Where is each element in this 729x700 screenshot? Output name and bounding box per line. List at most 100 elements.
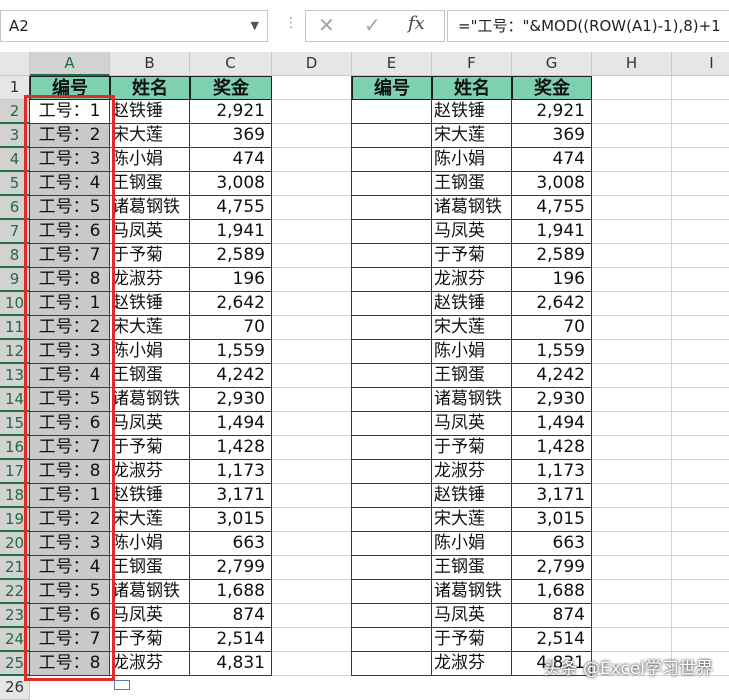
name-cell[interactable]: 陈小娟 — [432, 340, 512, 364]
autofill-options-icon[interactable] — [114, 680, 130, 690]
id-cell[interactable]: 工号：6 — [30, 220, 110, 244]
id-cell-empty[interactable] — [352, 652, 432, 676]
bonus-cell[interactable]: 3,171 — [512, 484, 592, 508]
row-header[interactable]: 23 — [0, 604, 30, 628]
empty-cell[interactable] — [272, 412, 352, 436]
empty-cell[interactable] — [592, 556, 672, 580]
row-header[interactable]: 25 — [0, 652, 30, 676]
bonus-cell[interactable]: 2,642 — [190, 292, 272, 316]
bonus-cell[interactable]: 1,941 — [512, 220, 592, 244]
empty-cell[interactable] — [272, 532, 352, 556]
name-cell[interactable]: 马凤英 — [110, 220, 190, 244]
name-cell[interactable]: 马凤英 — [432, 604, 512, 628]
id-cell-empty[interactable] — [352, 580, 432, 604]
header-cell-a[interactable]: 编号 — [30, 76, 110, 100]
empty-cell[interactable] — [672, 628, 729, 652]
bonus-cell[interactable]: 4,242 — [190, 364, 272, 388]
empty-cell[interactable] — [592, 196, 672, 220]
bonus-cell[interactable]: 663 — [190, 532, 272, 556]
id-cell-empty[interactable] — [352, 532, 432, 556]
bonus-cell[interactable]: 2,930 — [512, 388, 592, 412]
empty-cell[interactable] — [672, 412, 729, 436]
id-cell[interactable]: 工号：3 — [30, 148, 110, 172]
column-header-b[interactable]: B — [110, 52, 190, 76]
name-cell[interactable]: 于予菊 — [432, 244, 512, 268]
name-cell[interactable]: 宋大莲 — [110, 124, 190, 148]
empty-cell[interactable] — [272, 556, 352, 580]
cancel-icon[interactable]: ✕ — [318, 13, 335, 37]
bonus-cell[interactable]: 2,514 — [512, 628, 592, 652]
name-cell[interactable]: 龙淑芬 — [432, 652, 512, 676]
id-cell-empty[interactable] — [352, 388, 432, 412]
empty-cell[interactable] — [592, 124, 672, 148]
id-cell-empty[interactable] — [352, 364, 432, 388]
name-cell[interactable]: 赵铁锤 — [432, 100, 512, 124]
row-header[interactable]: 12 — [0, 340, 30, 364]
empty-cell[interactable] — [672, 148, 729, 172]
bonus-cell[interactable]: 2,921 — [512, 100, 592, 124]
id-cell-empty[interactable] — [352, 124, 432, 148]
empty-cell[interactable] — [272, 148, 352, 172]
name-cell[interactable]: 赵铁锤 — [110, 484, 190, 508]
empty-cell[interactable] — [272, 580, 352, 604]
empty-cell[interactable] — [272, 628, 352, 652]
empty-cell[interactable] — [592, 604, 672, 628]
id-cell[interactable]: 工号：4 — [30, 556, 110, 580]
empty-cell[interactable] — [672, 196, 729, 220]
name-cell[interactable]: 马凤英 — [432, 412, 512, 436]
empty-cell[interactable] — [592, 244, 672, 268]
formula-input[interactable]: ="工号："&MOD((ROW(A1)-1),8)+1 — [447, 10, 729, 42]
id-cell[interactable]: 工号：5 — [30, 580, 110, 604]
bonus-cell[interactable]: 196 — [190, 268, 272, 292]
empty-cell[interactable] — [592, 628, 672, 652]
insert-function-icon[interactable]: fx — [408, 13, 425, 34]
name-cell[interactable]: 诸葛钢铁 — [110, 196, 190, 220]
header-cell-f[interactable]: 姓名 — [432, 76, 512, 100]
row-header[interactable]: 6 — [0, 196, 30, 220]
empty-cell[interactable] — [672, 364, 729, 388]
name-cell[interactable]: 宋大莲 — [432, 508, 512, 532]
bonus-cell[interactable]: 3,008 — [512, 172, 592, 196]
row-header[interactable]: 16 — [0, 436, 30, 460]
name-cell[interactable]: 赵铁锤 — [110, 292, 190, 316]
name-cell[interactable]: 王钢蛋 — [432, 556, 512, 580]
id-cell[interactable]: 工号：5 — [30, 388, 110, 412]
bonus-cell[interactable]: 474 — [512, 148, 592, 172]
name-cell[interactable]: 龙淑芬 — [110, 268, 190, 292]
bonus-cell[interactable]: 1,494 — [190, 412, 272, 436]
header-cell-c[interactable]: 奖金 — [190, 76, 272, 100]
bonus-cell[interactable]: 663 — [512, 532, 592, 556]
id-cell[interactable]: 工号：1 — [30, 484, 110, 508]
id-cell-empty[interactable] — [352, 604, 432, 628]
id-cell[interactable]: 工号：6 — [30, 604, 110, 628]
empty-cell[interactable] — [592, 172, 672, 196]
name-cell[interactable]: 宋大莲 — [110, 508, 190, 532]
row-header[interactable]: 11 — [0, 316, 30, 340]
name-cell[interactable]: 诸葛钢铁 — [110, 388, 190, 412]
column-header-e[interactable]: E — [352, 52, 432, 76]
empty-cell[interactable] — [672, 604, 729, 628]
row-header[interactable]: 19 — [0, 508, 30, 532]
bonus-cell[interactable]: 1,559 — [512, 340, 592, 364]
bonus-cell[interactable]: 2,799 — [512, 556, 592, 580]
empty-cell[interactable] — [592, 292, 672, 316]
empty-cell[interactable] — [672, 268, 729, 292]
name-cell[interactable]: 王钢蛋 — [110, 172, 190, 196]
bonus-cell[interactable]: 2,799 — [190, 556, 272, 580]
resize-dots-icon[interactable]: ⋮ — [284, 15, 298, 31]
empty-cell[interactable] — [592, 412, 672, 436]
name-cell[interactable]: 赵铁锤 — [432, 292, 512, 316]
id-cell-empty[interactable] — [352, 436, 432, 460]
row-header[interactable]: 9 — [0, 268, 30, 292]
row-header[interactable]: 15 — [0, 412, 30, 436]
column-header-d[interactable]: D — [272, 52, 352, 76]
empty-cell[interactable] — [592, 148, 672, 172]
empty-cell[interactable] — [672, 316, 729, 340]
empty-cell[interactable] — [672, 220, 729, 244]
bonus-cell[interactable]: 2,921 — [190, 100, 272, 124]
name-cell[interactable]: 于予菊 — [110, 244, 190, 268]
id-cell-empty[interactable] — [352, 292, 432, 316]
id-cell[interactable]: 工号：1 — [30, 100, 110, 124]
id-cell-empty[interactable] — [352, 172, 432, 196]
id-cell-empty[interactable] — [352, 316, 432, 340]
